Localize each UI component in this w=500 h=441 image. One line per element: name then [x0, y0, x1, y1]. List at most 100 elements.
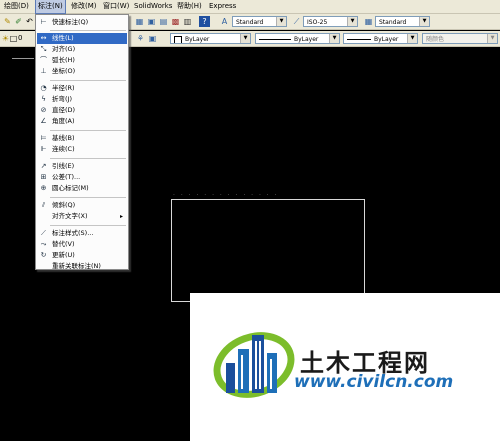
menu-item-align-text[interactable]: 对齐文字(X) ▸	[37, 211, 127, 222]
chevron-down-icon[interactable]: ▼	[419, 17, 429, 26]
linetype-value: ByLayer	[294, 36, 319, 43]
menu-item-angle[interactable]: ∠ 角度(A)	[37, 116, 127, 127]
layer-previous-icon[interactable]: ⚘	[135, 33, 146, 44]
table-style-value: Standard	[379, 19, 407, 26]
menu-separator	[50, 197, 126, 198]
arc-length-icon: ⌒	[40, 56, 47, 64]
undo-icon[interactable]: ↶	[24, 16, 35, 27]
menu-draw[interactable]: 绘图(D)	[2, 0, 31, 13]
pencil-icon[interactable]: ✎	[2, 16, 13, 27]
menu-item-label: 对齐(G)	[52, 45, 76, 53]
linear-dim-icon: ↔	[40, 34, 47, 42]
menu-item-label: 直径(D)	[52, 106, 76, 114]
menu-item-label: 折弯(J)	[52, 95, 72, 103]
help-icon[interactable]: ?	[199, 16, 210, 27]
radius-icon: ◔	[40, 84, 47, 92]
dim-style-icon[interactable]: ⟋	[291, 16, 302, 27]
menu-item-center-mark[interactable]: ⊕ 圆心标记(M)	[37, 183, 127, 194]
menu-item-oblique[interactable]: ⫽ 倾斜(Q)	[37, 200, 127, 211]
menu-window[interactable]: 窗口(W)	[101, 0, 131, 13]
leader-icon: ↗	[40, 162, 47, 170]
menu-help[interactable]: 帮助(H)	[175, 0, 204, 13]
menu-item-label: 更新(U)	[52, 251, 75, 259]
menu-item-linear[interactable]: ↔ 线性(L)	[37, 33, 127, 44]
menu-item-label: 引线(E)	[52, 162, 75, 170]
chevron-down-icon[interactable]: ▼	[329, 34, 339, 43]
menu-item-override[interactable]: ⤳ 替代(V)	[37, 239, 127, 250]
color-combo[interactable]: ByLayer ▼	[170, 33, 251, 44]
aligned-dim-icon: ⤡	[40, 45, 47, 53]
menu-separator	[50, 30, 126, 31]
plot-style-combo[interactable]: 随颜色 ▼	[422, 33, 498, 44]
oblique-icon: ⫽	[41, 201, 46, 209]
drawn-rectangle[interactable]	[171, 199, 365, 302]
logo-url: www.civilcn.com	[294, 372, 454, 392]
color-swatch	[174, 35, 182, 43]
properties-icon[interactable]: ▣	[146, 16, 157, 27]
ucs-dotted-line: · · · · · · · · · · · · · ·	[173, 192, 279, 199]
menu-item-leader[interactable]: ↗ 引线(E)	[37, 161, 127, 172]
chevron-down-icon[interactable]: ▼	[407, 34, 417, 43]
chevron-down-icon[interactable]: ▼	[240, 34, 250, 43]
menu-item-quick-dimension[interactable]: ⊢ 快速标注(Q)	[37, 17, 127, 28]
baseline-icon: ⊨	[40, 134, 47, 142]
tolerance-icon: ⊞	[40, 173, 47, 181]
menu-bar: 绘图(D) 标注(N) 修改(M) 窗口(W) SolidWorks 帮助(H)…	[0, 0, 500, 14]
menu-item-jogged[interactable]: ϟ 折弯(J)	[37, 94, 127, 105]
brush-icon[interactable]: ✐	[13, 16, 24, 27]
color-value: ByLayer	[185, 36, 210, 43]
menu-item-tolerance[interactable]: ⊞ 公差(T)...	[37, 172, 127, 183]
menu-item-label: 公差(T)...	[52, 173, 81, 181]
make-current-icon[interactable]: ▣	[147, 33, 158, 44]
menu-item-label: 快速标注(Q)	[52, 18, 89, 26]
menu-separator	[50, 130, 126, 131]
menu-item-label: 连续(C)	[52, 145, 75, 153]
lineweight-preview	[347, 39, 371, 40]
table-style-combo[interactable]: Standard ▼	[375, 16, 430, 27]
menu-solidworks[interactable]: SolidWorks	[132, 0, 174, 13]
dim-style-value: ISO-25	[307, 19, 328, 26]
sheet-set-icon[interactable]: ▦	[134, 16, 145, 27]
table-style-icon[interactable]: ▦	[363, 16, 374, 27]
text-style-combo[interactable]: Standard ▼	[232, 16, 287, 27]
menu-item-aligned[interactable]: ⤡ 对齐(G)	[37, 44, 127, 55]
menu-item-label: 角度(A)	[52, 117, 75, 125]
dim-style-icon: ⟋	[41, 229, 46, 237]
menu-separator	[50, 80, 126, 81]
calculator-icon[interactable]: ▥	[182, 16, 193, 27]
quick-dim-icon: ⊢	[40, 18, 47, 26]
menu-item-update[interactable]: ↻ 更新(U)	[37, 250, 127, 261]
chevron-down-icon[interactable]: ▼	[276, 17, 286, 26]
watermark-logo: 土木工程网 www.civilcn.com	[190, 293, 500, 441]
menu-item-reassociate[interactable]: 重新关联标注(N)	[37, 261, 127, 272]
text-style-icon[interactable]: A	[219, 16, 230, 27]
menu-item-dimension-style[interactable]: ⟋ 标注样式(S)...	[37, 228, 127, 239]
menu-item-diameter[interactable]: ⊘ 直径(D)	[37, 105, 127, 116]
design-center-icon[interactable]: ▤	[158, 16, 169, 27]
update-icon: ↻	[40, 251, 47, 259]
menu-item-label: 重新关联标注(N)	[52, 262, 101, 270]
submenu-arrow-icon: ▸	[119, 213, 123, 220]
layer-value[interactable]: 0	[18, 33, 22, 44]
menu-item-continue[interactable]: ⊩ 连续(C)	[37, 144, 127, 155]
menu-express[interactable]: Express	[207, 0, 238, 13]
menu-modify[interactable]: 修改(M)	[69, 0, 99, 13]
linetype-combo[interactable]: ByLayer ▼	[255, 33, 340, 44]
chevron-down-icon[interactable]: ▼	[487, 34, 497, 43]
menu-item-ordinate[interactable]: ⊥ 坐标(O)	[37, 66, 127, 77]
menu-item-label: 替代(V)	[52, 240, 75, 248]
menu-item-baseline[interactable]: ⊨ 基线(B)	[37, 133, 127, 144]
continue-icon: ⊩	[40, 145, 47, 153]
dim-style-combo[interactable]: ISO-25 ▼	[303, 16, 358, 27]
menu-dimension[interactable]: 标注(N)	[35, 0, 66, 14]
menu-item-label: 倾斜(Q)	[52, 201, 76, 209]
dimension-menu: ⊢ 快速标注(Q) ↔ 线性(L) ⤡ 对齐(G) ⌒ 弧长(H) ⊥ 坐标(O) ◔ 半径…	[35, 14, 129, 270]
jogged-icon: ϟ	[41, 95, 46, 103]
menu-item-arc-length[interactable]: ⌒ 弧长(H)	[37, 55, 127, 66]
chevron-down-icon[interactable]: ▼	[347, 17, 357, 26]
menu-item-radius[interactable]: ◔ 半径(R)	[37, 83, 127, 94]
lineweight-combo[interactable]: ByLayer ▼	[343, 33, 418, 44]
tool-palette-icon[interactable]: ▩	[170, 16, 181, 27]
menu-item-label: 弧长(H)	[52, 56, 75, 64]
menu-separator	[50, 158, 126, 159]
